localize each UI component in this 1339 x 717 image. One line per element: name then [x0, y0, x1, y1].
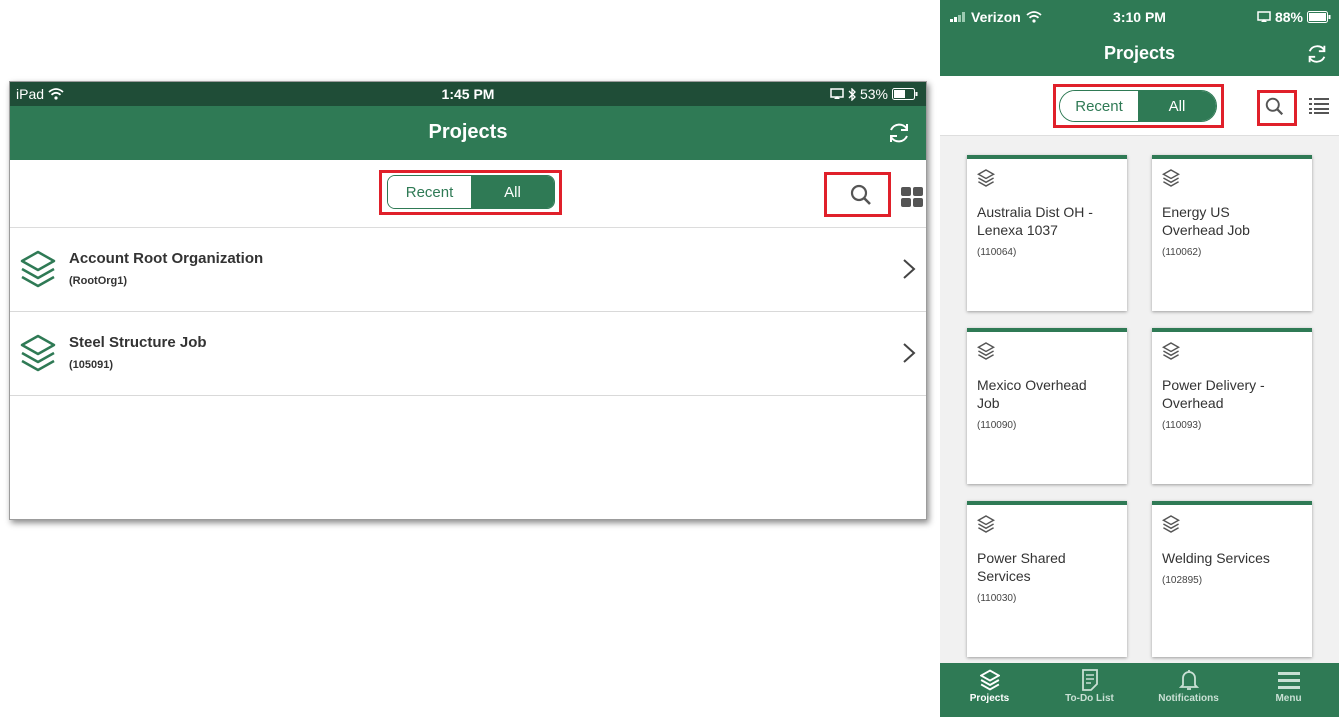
layers-icon: [1162, 342, 1180, 360]
project-code: (102895): [1162, 575, 1203, 586]
highlight-box: [1053, 84, 1224, 128]
project-row[interactable]: Account Root Organization (RootOrg1): [10, 228, 926, 312]
tab-label: Notifications: [1158, 693, 1219, 704]
project-code: (110030): [977, 593, 1017, 604]
highlight-box: [1257, 90, 1297, 126]
layers-icon: [20, 250, 56, 288]
tab-label: Menu: [1275, 693, 1302, 704]
highlight-box: [824, 172, 891, 217]
screen-mirror-icon: [1257, 11, 1271, 22]
layers-icon: [20, 334, 56, 372]
project-name: Mexico Overhead Job: [977, 377, 1087, 411]
page-title: Projects: [428, 121, 508, 143]
project-name: Australia Dist OH - Lenexa 1037: [977, 204, 1093, 238]
list-view-icon[interactable]: [1309, 98, 1329, 114]
battery-icon: [1307, 11, 1331, 23]
ipad-time: 1:45 PM: [441, 86, 495, 102]
layers-icon: [979, 669, 1000, 691]
hamburger-menu-icon: [1277, 672, 1300, 689]
battery-percent: 88%: [1274, 9, 1303, 25]
ipad-screen: iPad 1:45 PM 53% Projects Recent All Acc…: [9, 81, 927, 520]
ipad-toolbar: Recent All: [10, 160, 926, 228]
bottom-tab-bar: Projects To-Do List Notifications Menu: [940, 663, 1339, 717]
project-name: Steel Structure Job: [69, 334, 207, 351]
project-card[interactable]: Australia Dist OH - Lenexa 1037 (110064): [967, 155, 1127, 311]
project-name: Power Shared Services: [977, 550, 1066, 584]
project-code: (110093): [1162, 420, 1202, 431]
project-name: Welding Services: [1162, 550, 1270, 566]
layers-icon: [977, 169, 995, 187]
project-name: Power Delivery - Overhead: [1162, 377, 1265, 411]
bell-icon: [1178, 670, 1199, 690]
page-title: Projects: [1103, 43, 1176, 63]
refresh-icon[interactable]: [1305, 42, 1329, 66]
project-code: (RootOrg1): [69, 275, 128, 287]
project-card[interactable]: Power Delivery - Overhead (110093): [1152, 328, 1312, 484]
document-icon: [1081, 669, 1098, 691]
ipad-status-bar: iPad 1:45 PM 53%: [10, 82, 926, 106]
project-card[interactable]: Power Shared Services (110030): [967, 501, 1127, 657]
project-card[interactable]: Energy US Overhead Job (110062): [1152, 155, 1312, 311]
screen-mirror-icon: [830, 88, 844, 99]
grid-view-icon[interactable]: [901, 187, 923, 207]
project-code: (110062): [1162, 247, 1202, 258]
iphone-status-right: 88%: [1257, 9, 1331, 25]
project-code: (105091): [69, 359, 114, 371]
project-row[interactable]: Steel Structure Job (105091): [10, 312, 926, 396]
battery-icon: [892, 88, 918, 100]
ipad-status-right: 53%: [830, 86, 918, 102]
layers-icon: [977, 342, 995, 360]
tab-label: To-Do List: [1065, 693, 1114, 704]
tab-menu[interactable]: Menu: [1239, 663, 1338, 717]
project-name: Energy US Overhead Job: [1162, 204, 1250, 238]
ipad-nav-bar: Projects: [10, 106, 926, 160]
highlight-box: [379, 170, 562, 215]
iphone-status-bar: Verizon 3:10 PM 88%: [940, 0, 1339, 34]
chevron-right-icon: [903, 259, 916, 279]
project-card[interactable]: Welding Services (102895): [1152, 501, 1312, 657]
iphone-nav-bar: Projects: [940, 34, 1339, 76]
battery-percent: 53%: [859, 86, 888, 102]
tab-label: Projects: [969, 693, 1010, 704]
project-code: (110064): [977, 247, 1017, 258]
layers-icon: [977, 515, 995, 533]
tab-notifications[interactable]: Notifications: [1139, 663, 1238, 717]
refresh-icon[interactable]: [886, 120, 912, 146]
tab-todo-list[interactable]: To-Do List: [1040, 663, 1139, 717]
bluetooth-icon: [848, 87, 856, 101]
project-code: (110090): [977, 420, 1017, 431]
tab-projects[interactable]: Projects: [940, 663, 1039, 717]
iphone-screen: Verizon 3:10 PM 88% Projects Recent All: [940, 0, 1339, 717]
layers-icon: [1162, 515, 1180, 533]
layers-icon: [1162, 169, 1180, 187]
chevron-right-icon: [903, 343, 916, 363]
iphone-toolbar: Recent All: [940, 76, 1339, 136]
project-card[interactable]: Mexico Overhead Job (110090): [967, 328, 1127, 484]
project-name: Account Root Organization: [69, 250, 264, 267]
